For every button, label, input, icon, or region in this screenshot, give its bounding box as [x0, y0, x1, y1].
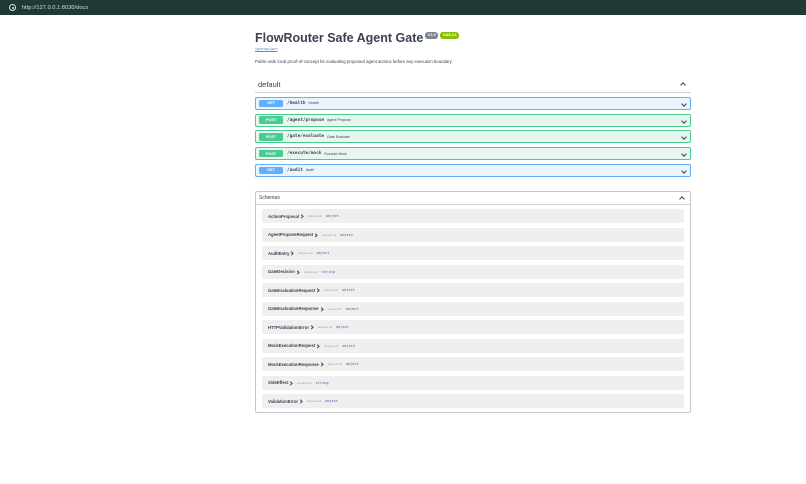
chevron-right-icon[interactable] [296, 270, 300, 274]
schema-model[interactable]: MockExecutionResponse Expand all object [262, 357, 684, 372]
operation-path: /gate/evaluate [287, 134, 325, 140]
schemas-section: Schemas ActionProposal Expand all object… [255, 190, 691, 414]
api-description: Public-safe local proof-of-concept for e… [255, 59, 453, 64]
expand-all-label[interactable]: Expand all [324, 344, 338, 348]
chevron-right-icon[interactable] [320, 307, 324, 311]
chevron-up-icon[interactable] [678, 194, 686, 202]
schemas-title: Schemas [259, 195, 280, 202]
schema-model[interactable]: MockExecutionRequest Expand all object [262, 338, 684, 353]
url-text[interactable]: http://127.0.0.1:8030/docs [22, 5, 88, 11]
oas-badge: OAS 3.1 [440, 32, 460, 39]
operation-path: /execute/mock [287, 151, 322, 157]
chevron-right-icon[interactable] [299, 399, 303, 403]
expand-all-label[interactable]: Expand all [308, 214, 322, 218]
expand-all-label[interactable]: Expand all [322, 233, 336, 237]
operation-post-execute-mock[interactable]: POST /execute/mock Execute Mock [255, 147, 691, 161]
schema-name[interactable]: GateEvaluationResponse [268, 306, 319, 311]
expand-all-label[interactable]: Expand all [324, 288, 338, 292]
operation-path: /health [287, 100, 306, 106]
operation-get-audit[interactable]: GET /audit Audit [255, 163, 691, 177]
method-badge: GET [259, 99, 283, 108]
swagger-container: FlowRouter Safe Agent Gate 0.1.0 OAS 3.1… [255, 30, 691, 414]
schema-name[interactable]: ValidationError [268, 399, 298, 404]
chevron-right-icon[interactable] [316, 288, 320, 292]
schema-model[interactable]: GateEvaluationRequest Expand all object [262, 283, 684, 298]
method-badge: POST [259, 116, 283, 124]
schema-model[interactable]: GateEvaluationResponse Expand all object [262, 301, 684, 316]
schemas-header[interactable]: Schemas [256, 193, 690, 205]
schema-model[interactable]: ActionProposal Expand all object [262, 209, 684, 224]
schema-type: object [342, 343, 356, 348]
chevron-down-icon[interactable] [680, 167, 688, 175]
schema-name[interactable]: MockExecutionResponse [268, 362, 319, 367]
operation-get-health[interactable]: GET /health Health [255, 96, 691, 110]
operations-list: GET /health Health POST /agent/propose A… [255, 96, 691, 177]
schema-type: string [321, 269, 335, 274]
schema-name[interactable]: GateDecision [268, 269, 295, 274]
schema-type: object [342, 288, 356, 293]
schema-name[interactable]: HTTPValidationError [268, 325, 309, 330]
info-header: FlowRouter Safe Agent Gate 0.1.0 OAS 3.1 [255, 30, 691, 46]
operation-summary: Health [308, 101, 319, 106]
schema-type: object [345, 362, 359, 367]
operation-summary: Agent Propose [327, 118, 351, 123]
section-name: default [258, 79, 281, 89]
chevron-right-icon[interactable] [310, 325, 314, 329]
expand-all-label[interactable]: Expand all [318, 325, 332, 329]
chevron-up-icon[interactable] [679, 80, 687, 88]
expand-all-label[interactable]: Expand all [298, 251, 312, 255]
operation-summary: Audit [305, 168, 315, 173]
chevron-right-icon[interactable] [290, 251, 294, 255]
version-badge: 0.1.0 [425, 32, 439, 39]
schema-model[interactable]: HTTPValidationError Expand all object [262, 320, 684, 335]
chevron-right-icon[interactable] [289, 381, 293, 385]
schema-name[interactable]: ActionProposal [268, 214, 299, 219]
operation-post-gate-evaluate[interactable]: POST /gate/evaluate Gate Evaluate [255, 130, 691, 144]
expand-all-label[interactable]: Expand all [297, 381, 311, 385]
method-badge: POST [259, 149, 283, 158]
schema-model[interactable]: SideEffect Expand all string [262, 375, 684, 390]
chevron-right-icon[interactable] [320, 362, 324, 366]
chevron-down-icon[interactable] [680, 100, 688, 108]
chevron-down-icon[interactable] [680, 134, 688, 142]
schema-name[interactable]: SideEffect [268, 380, 288, 385]
operation-path: /agent/propose [287, 117, 325, 123]
expand-all-label[interactable]: Expand all [328, 362, 342, 366]
method-badge: POST [259, 133, 283, 141]
operation-post-agent-propose[interactable]: POST /agent/propose Agent Propose [255, 113, 691, 127]
schema-name[interactable]: GateEvaluationRequest [268, 288, 315, 293]
operation-summary: Gate Evaluate [327, 134, 350, 139]
openapi-json-link[interactable]: /openapi.json [255, 47, 691, 51]
schema-model[interactable]: AuditEntry Expand all object [262, 246, 684, 261]
schema-type: object [340, 232, 354, 237]
schema-name[interactable]: MockExecutionRequest [268, 343, 315, 348]
schema-type: object [345, 306, 359, 311]
expand-all-label[interactable]: Expand all [307, 399, 321, 403]
schema-name[interactable]: AgentProposeRequest [268, 232, 313, 237]
expand-all-label[interactable]: Expand all [328, 307, 342, 311]
schema-model[interactable]: GateDecision Expand all string [262, 264, 684, 279]
browser-address-bar[interactable]: http://127.0.0.1:8030/docs [0, 0, 806, 15]
chevron-down-icon[interactable] [680, 151, 688, 159]
schema-name[interactable]: AuditEntry [268, 251, 289, 256]
section-default-header[interactable]: default [255, 79, 691, 93]
schema-model[interactable]: AgentProposeRequest Expand all object [262, 227, 684, 242]
schema-type: object [325, 399, 339, 404]
schema-type: object [316, 251, 330, 256]
schema-type: object [335, 325, 349, 330]
chevron-right-icon[interactable] [314, 233, 318, 237]
operation-summary: Execute Mock [324, 151, 347, 156]
chevron-down-icon[interactable] [680, 117, 688, 125]
schema-type: string [315, 380, 329, 385]
chevron-right-icon[interactable] [316, 344, 320, 348]
schema-model[interactable]: ValidationError Expand all object [262, 394, 684, 409]
page-title: FlowRouter Safe Agent Gate [255, 31, 424, 45]
expand-all-label[interactable]: Expand all [304, 270, 318, 274]
chevron-right-icon[interactable] [300, 214, 304, 218]
method-badge: GET [259, 166, 283, 175]
site-info-icon[interactable] [9, 4, 16, 11]
operation-path: /audit [287, 167, 303, 173]
schema-type: object [325, 214, 339, 219]
